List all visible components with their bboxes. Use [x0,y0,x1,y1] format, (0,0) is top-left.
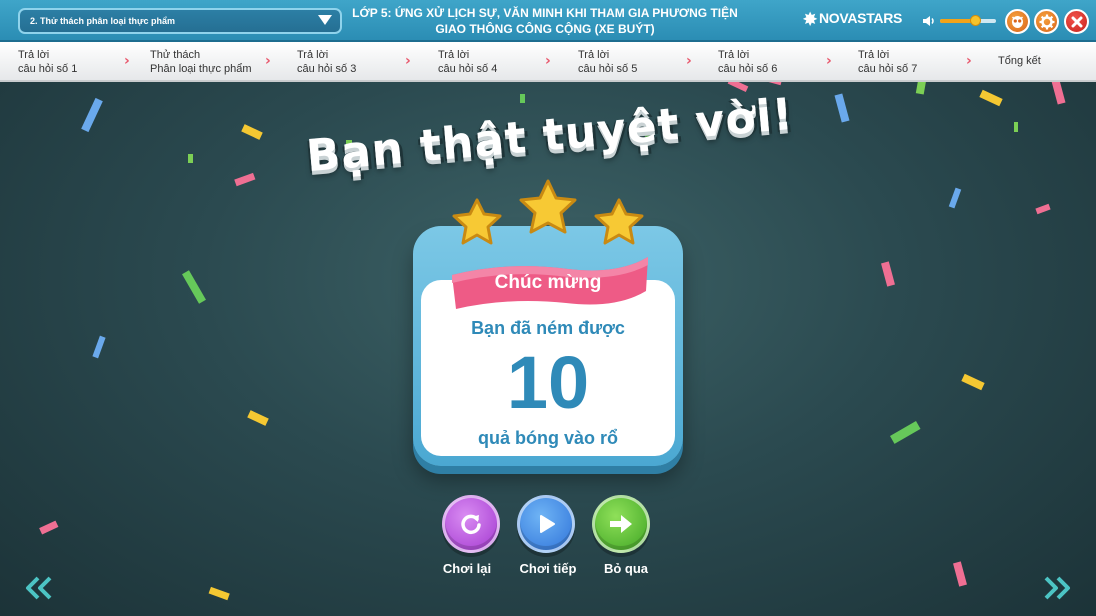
step-3[interactable]: Trả lời câu hỏi số 3 [297,48,356,76]
step-label: Trả lời [858,49,890,61]
novastars-logo: ✸ NOVASTARS [803,10,902,30]
chevron-right-icon: › [545,53,551,69]
step-label: Trả lời [297,49,329,61]
chevron-right-icon: › [124,53,130,69]
result-count: 10 [506,341,590,424]
step-navigation: Trả lời câu hỏi số 1 › Thử thách Phân loại… [0,42,1096,82]
double-chevron-right-icon[interactable] [1042,576,1072,600]
step-7[interactable]: Trả lời câu hỏi số 7 [858,48,917,76]
result-message-top: Bạn đã ném được [471,318,625,338]
step-label: câu hỏi số 5 [578,63,638,75]
continue-button[interactable] [517,495,575,553]
ribbon-label: Chúc mừng [494,272,602,293]
lesson-title-line2: GIAO THÔNG CÔNG CỘNG (XE BUÝT) [435,22,655,36]
chevron-right-icon: › [826,53,832,69]
replay-button[interactable] [442,495,500,553]
chevron-down-icon [318,15,332,25]
chevron-right-icon: › [686,53,692,69]
result-message-bottom: quả bóng vào rổ [477,428,618,448]
owl-button[interactable] [1005,9,1030,34]
step-label: Thử thách [150,49,201,61]
speaker-icon[interactable] [921,13,937,29]
step-label: câu hỏi số 4 [438,63,498,75]
star-logo-icon: ✸ [803,10,817,29]
step-label: Trả lời [718,49,750,61]
step-label: câu hỏi số 3 [297,63,357,75]
close-button[interactable] [1064,9,1089,34]
top-header: 2. Thử thách phân loại thực phẩm LỚP 5: … [0,0,1096,42]
star-icon [594,198,644,245]
step-5[interactable]: Trả lời câu hỏi số 5 [578,48,637,76]
close-icon [1071,16,1082,27]
step-label: Trả lời [438,49,470,61]
step-1[interactable]: Trả lời câu hỏi số 1 [18,48,77,76]
play-icon [540,515,555,533]
replay-label[interactable]: Chơi lại [422,561,512,576]
step-label: Trả lời [578,49,610,61]
step-label: Trả lời [18,49,50,61]
step-label: câu hỏi số 7 [858,63,918,75]
skip-label[interactable]: Bỏ qua [581,561,671,576]
volume-slider[interactable] [940,15,996,26]
continue-label[interactable]: Chơi tiếp [503,561,593,576]
chevron-right-icon: › [966,53,972,69]
step-label: Phân loại thực phẩm [150,63,252,75]
owl-icon [1011,16,1024,28]
star-icon [452,198,502,245]
arrow-right-icon [610,515,632,533]
gear-icon [1039,14,1054,29]
step-4[interactable]: Trả lời câu hỏi số 4 [438,48,497,76]
replay-icon [461,514,481,535]
step-2[interactable]: Thử thách Phân loại thực phẩm [150,48,252,76]
skip-button[interactable] [592,495,650,553]
step-label: câu hỏi số 6 [718,63,778,75]
volume-knob[interactable] [969,15,981,26]
lesson-select[interactable]: 2. Thử thách phân loại thực phẩm [18,8,342,34]
settings-button[interactable] [1034,9,1059,34]
step-label: câu hỏi số 1 [18,63,78,75]
step-label: Tổng kết [998,55,1041,67]
star-icon [519,179,577,234]
chevron-right-icon: › [405,53,411,69]
chevron-right-icon: › [265,53,271,69]
logo-text: NOVASTARS [818,10,903,26]
step-6[interactable]: Trả lời câu hỏi số 6 [718,48,777,76]
lesson-title: LỚP 5: ỨNG XỬ LỊCH SỰ, VĂN MINH KHI THAM… [350,5,740,37]
star-rating [452,179,644,245]
lesson-select-value: 2. Thử thách phân loại thực phẩm [30,16,176,26]
double-chevron-left-icon[interactable] [24,576,54,600]
lesson-title-line1: LỚP 5: ỨNG XỬ LỊCH SỰ, VĂN MINH KHI THAM… [352,6,738,20]
step-summary[interactable]: Tổng kết [998,54,1041,68]
